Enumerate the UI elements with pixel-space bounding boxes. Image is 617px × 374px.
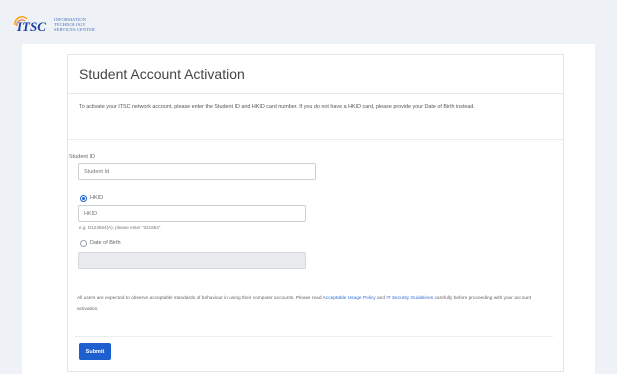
- dob-input[interactable]: [78, 252, 306, 269]
- hkid-hint: e.g. D123654(A), please enter "321654": [79, 225, 161, 230]
- student-id-input[interactable]: [78, 163, 316, 180]
- itsc-logo-mark-icon: ITSC: [14, 16, 46, 32]
- hkid-radio[interactable]: [80, 195, 87, 202]
- page-title: Student Account Activation: [79, 66, 245, 82]
- section-divider: [68, 139, 563, 140]
- logo-wordmark: INFORMATION TECHNOLOGY SERVICES CENTER: [54, 17, 95, 32]
- hkid-input[interactable]: [78, 205, 306, 222]
- itsc-logo[interactable]: ITSC INFORMATION TECHNOLOGY SERVICES CEN…: [13, 14, 95, 34]
- submit-button[interactable]: Submit: [79, 343, 111, 360]
- logo-line-3: SERVICES CENTER: [54, 26, 96, 32]
- top-header: ITSC INFORMATION TECHNOLOGY SERVICES CEN…: [0, 0, 617, 44]
- dob-radio[interactable]: [80, 240, 87, 247]
- hkid-option-label: HKID: [90, 195, 104, 201]
- dob-option-label: Date of Birth: [90, 240, 121, 246]
- title-divider: [68, 93, 563, 94]
- aup-link[interactable]: Acceptable Usage Policy: [323, 296, 376, 301]
- security-guidelines-link[interactable]: IT Security Guidelines: [386, 296, 433, 301]
- student-id-label: Student ID: [69, 154, 95, 160]
- intro-text: To activate your ITSC network account, p…: [79, 104, 475, 110]
- svg-text:ITSC: ITSC: [16, 19, 46, 32]
